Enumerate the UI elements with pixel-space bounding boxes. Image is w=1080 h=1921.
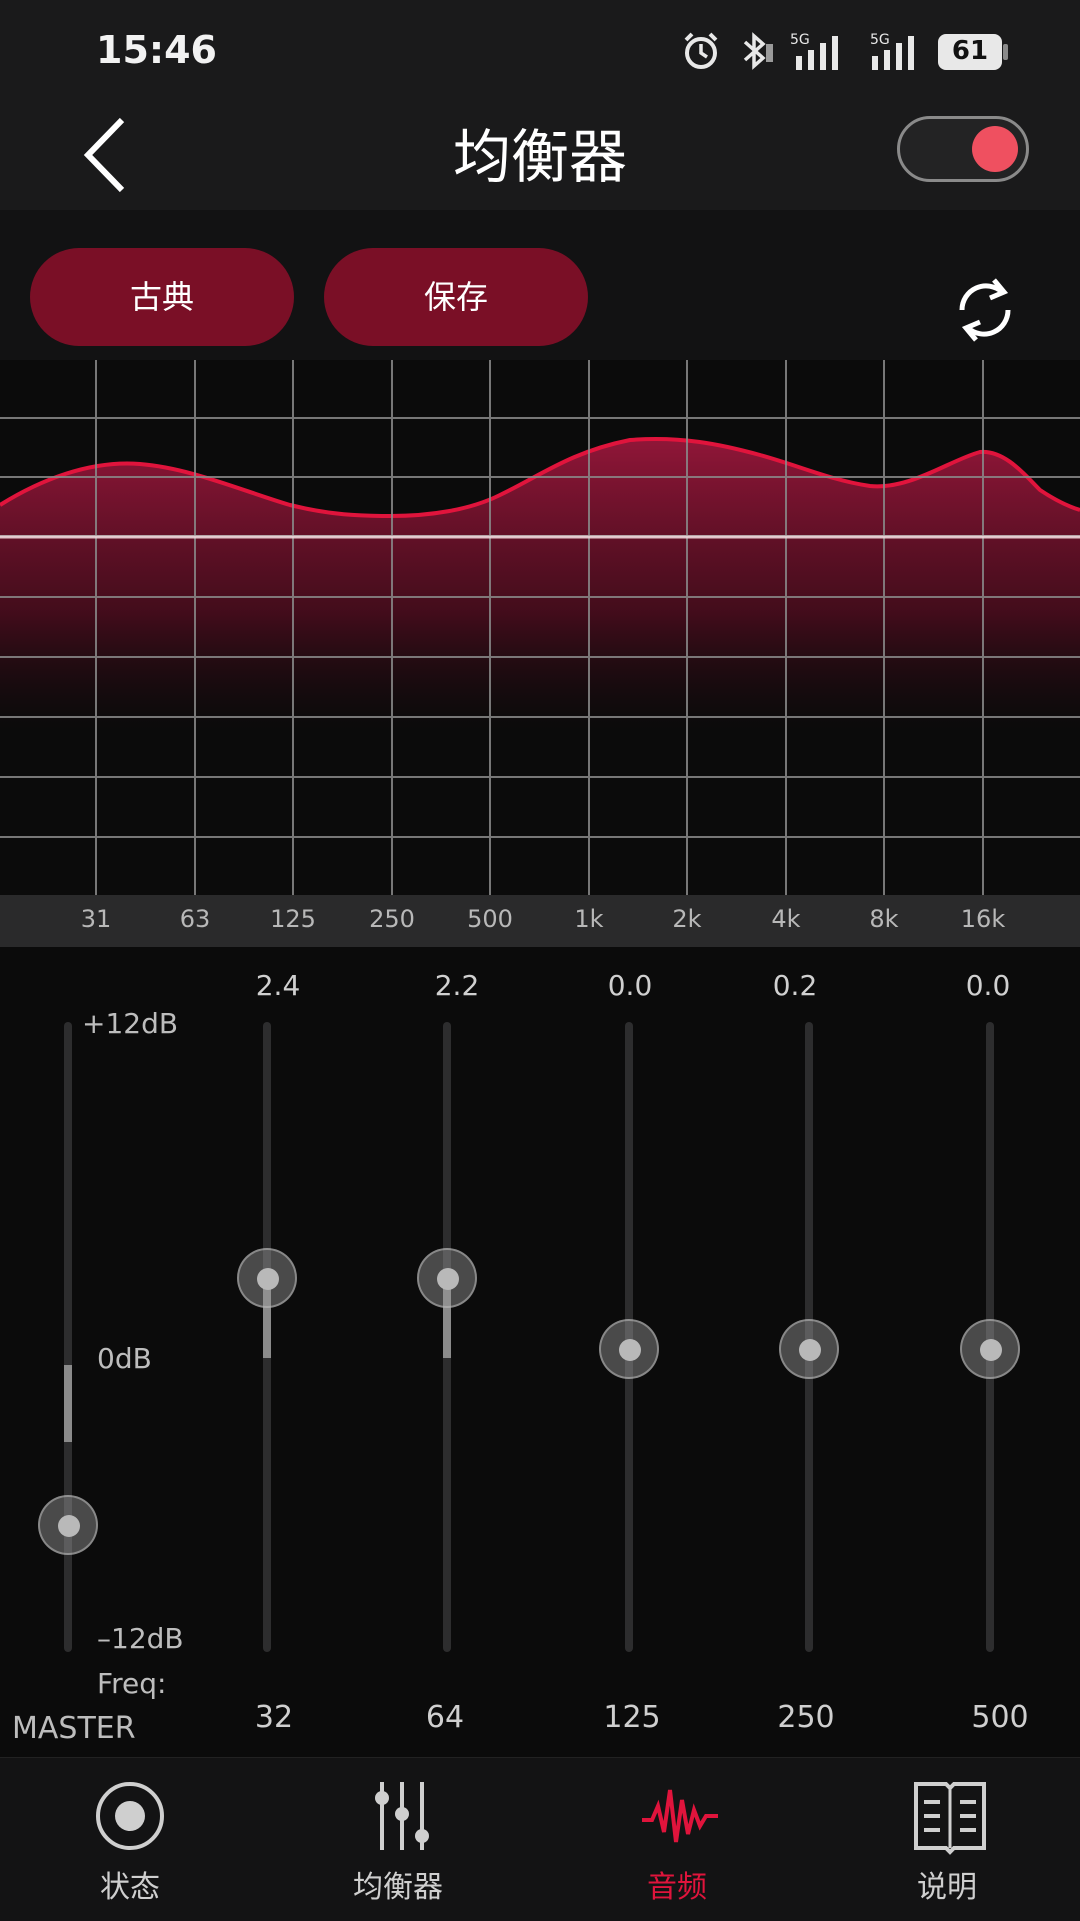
band-freq: 125 xyxy=(603,1700,661,1735)
waveform-icon xyxy=(642,1789,718,1843)
band-slider-knob[interactable] xyxy=(779,1319,839,1379)
status-time: 15:46 xyxy=(96,28,217,72)
freq-label: 2k xyxy=(672,905,702,933)
master-label: MASTER xyxy=(12,1711,136,1746)
master-slider-track[interactable] xyxy=(64,1022,72,1652)
band-value: 2.4 xyxy=(255,969,301,1002)
reset-icon[interactable] xyxy=(950,270,1020,350)
nav-label: 均衡器 xyxy=(353,1870,443,1905)
band-freq: 500 xyxy=(971,1700,1029,1735)
battery-level: 61 xyxy=(951,36,989,66)
preset-select-button[interactable]: 古典 xyxy=(30,248,294,346)
band-value: 0.0 xyxy=(607,969,653,1002)
band-slider-knob[interactable] xyxy=(599,1319,659,1379)
band-value: 0.0 xyxy=(965,969,1011,1002)
radio-dot-icon xyxy=(96,1782,164,1850)
sliders-icon xyxy=(375,1782,429,1850)
freq-label: 63 xyxy=(179,905,211,933)
eq-curve-graph xyxy=(0,360,1080,895)
equalizer-toggle[interactable] xyxy=(897,116,1029,182)
band-freq: 32 xyxy=(254,1700,294,1735)
svg-text:5G: 5G xyxy=(870,32,890,48)
nav-item-status[interactable]: 状态 xyxy=(0,1758,270,1921)
freq-label: 250 xyxy=(369,905,415,933)
nav-item-help[interactable]: 说明 xyxy=(810,1758,1080,1921)
band-value: 0.2 xyxy=(772,969,818,1002)
nav-item-audio[interactable]: 音频 xyxy=(540,1758,810,1921)
freq-label: 125 xyxy=(270,905,316,933)
band-slider-knob[interactable] xyxy=(960,1319,1020,1379)
alarm-icon xyxy=(684,32,718,69)
svg-text:5G: 5G xyxy=(790,32,810,48)
toggle-knob xyxy=(972,126,1018,172)
frequency-axis: 31 63 125 250 500 1k 2k 4k 8k 16k xyxy=(0,895,1080,947)
band-freq: 64 xyxy=(425,1700,465,1735)
bottom-nav: 状态 均衡器 音频 说明 xyxy=(0,1757,1080,1921)
band-slider-knob[interactable] xyxy=(417,1248,477,1308)
db-max-label: +12dB xyxy=(82,1007,179,1040)
preset-bar: 古典 保存 xyxy=(0,210,1080,360)
signal-5g-icon-2: 5G xyxy=(870,32,914,70)
freq-label: 1k xyxy=(574,905,604,933)
band-freq: 250 xyxy=(777,1700,835,1735)
book-icon xyxy=(914,1782,986,1855)
freq-label: 4k xyxy=(771,905,801,933)
battery-tip xyxy=(1003,44,1008,60)
freq-caption: Freq: xyxy=(97,1667,167,1700)
freq-label: 16k xyxy=(960,905,1006,933)
band-value: 2.2 xyxy=(434,969,480,1002)
band-sliders: +12dB 0dB –12dB Freq: MASTER 2.4 32 2.2 … xyxy=(0,947,1080,1757)
status-bar: 15:46 5G 5G 61 xyxy=(0,0,1080,100)
nav-label: 音频 xyxy=(647,1870,707,1905)
nav-label: 状态 xyxy=(100,1870,160,1905)
master-slider-knob[interactable] xyxy=(38,1495,98,1555)
db-min-label: –12dB xyxy=(97,1622,184,1655)
save-button[interactable]: 保存 xyxy=(324,248,588,346)
bluetooth-icon xyxy=(743,32,773,70)
freq-label: 8k xyxy=(869,905,899,933)
freq-label: 31 xyxy=(80,905,112,933)
nav-item-equalizer[interactable]: 均衡器 xyxy=(270,1758,540,1921)
nav-label: 说明 xyxy=(917,1870,977,1905)
db-zero-label: 0dB xyxy=(97,1342,152,1375)
header: 均衡器 xyxy=(0,100,1080,210)
signal-5g-icon: 5G xyxy=(790,32,838,70)
eq-curve-svg xyxy=(0,360,1080,895)
freq-label: 500 xyxy=(467,905,513,933)
band-slider-knob[interactable] xyxy=(237,1248,297,1308)
master-slider-fill xyxy=(64,1365,72,1442)
battery-icon: 61 xyxy=(938,34,1002,70)
